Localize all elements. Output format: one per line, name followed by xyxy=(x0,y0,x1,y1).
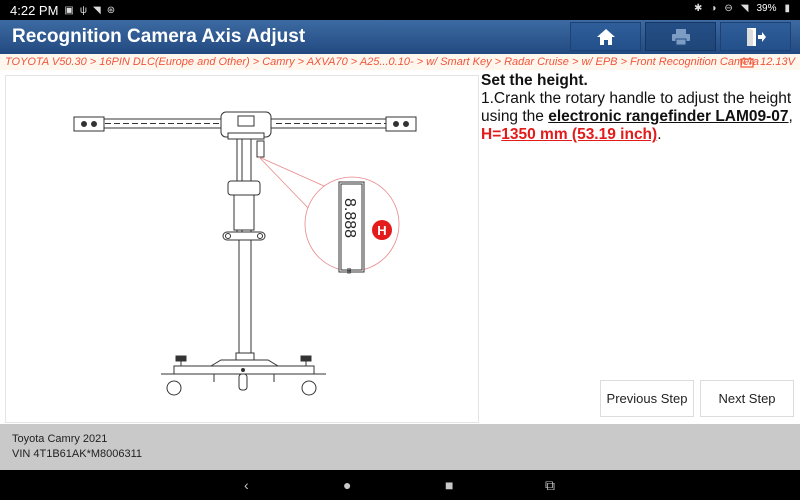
next-step-button[interactable]: Next Step xyxy=(700,380,794,417)
breadcrumb: TOYOTA V50.30 > 16PIN DLC(Europe and Oth… xyxy=(0,54,800,70)
printer-icon xyxy=(671,28,690,45)
column-lower xyxy=(238,238,252,355)
display-unit: m xyxy=(345,268,352,274)
illustration-panel: 8.888 m H xyxy=(5,75,479,423)
status-bar: 4:22 PM ▣ ψ ◥ ⊛ ✱ ◑ ⊖ ◥ 39% ▮ xyxy=(0,0,800,20)
wifi-signal-icon: ◥ xyxy=(740,3,749,14)
android-nav-bar: ‹ ● ■ ⧉ xyxy=(0,470,800,500)
calibration-stand-illustration: 8.888 m H xyxy=(73,111,417,396)
vehicle-vin: VIN 4T1B61AK*M8006311 xyxy=(12,448,143,460)
do-not-disturb-icon: ⊖ xyxy=(724,3,733,14)
exit-icon xyxy=(746,27,766,46)
print-button[interactable] xyxy=(645,22,716,51)
exit-button[interactable] xyxy=(720,22,791,51)
usb-icon: ψ xyxy=(79,5,88,16)
battery-icon: ▮ xyxy=(784,3,790,14)
recents-icon[interactable]: ■ xyxy=(445,477,453,493)
instruction-text: 1.Crank the rotary handle to adjust the … xyxy=(481,90,793,143)
accessibility-icon: ⊛ xyxy=(106,5,116,16)
height-prefix: H= xyxy=(481,126,502,143)
height-value: 1350 mm (53.19 inch) xyxy=(501,126,658,143)
title-bar: Recognition Camera Axis Adjust xyxy=(0,20,800,54)
vehicle-info-footer: Toyota Camry 2021 VIN 4T1B61AK*M8006311 xyxy=(0,424,800,470)
vibrate-icon: ◑ xyxy=(710,3,717,14)
battery-voltage-icon xyxy=(740,57,754,68)
clock: 4:22 PM xyxy=(10,3,59,18)
page-title: Recognition Camera Axis Adjust xyxy=(12,26,306,47)
back-icon[interactable]: ‹ xyxy=(244,477,249,493)
home-circle-icon[interactable]: ● xyxy=(343,477,351,493)
battery-percent: 39% xyxy=(756,3,777,14)
rangefinder-link[interactable]: electronic rangefinder LAM09-07 xyxy=(548,108,788,125)
bluetooth-icon: ✱ xyxy=(693,3,703,14)
height-marker-label: H xyxy=(377,223,386,238)
instruction-heading: Set the height. xyxy=(481,72,588,89)
breadcrumb-path: TOYOTA V50.30 > 16PIN DLC(Europe and Oth… xyxy=(5,56,760,68)
image-icon: ▣ xyxy=(64,5,74,16)
wifi-icon: ◥ xyxy=(93,5,101,16)
vehicle-model: Toyota Camry 2021 xyxy=(12,433,108,445)
display-digits: 8.888 xyxy=(341,198,358,238)
screenshot-icon[interactable]: ⧉ xyxy=(545,477,555,494)
voltage-value: 12.13V xyxy=(760,56,795,68)
instructions-panel: Set the height. 1.Crank the rotary handl… xyxy=(481,72,797,144)
home-button[interactable] xyxy=(570,22,641,51)
home-icon xyxy=(596,28,615,45)
previous-step-button[interactable]: Previous Step xyxy=(600,380,694,417)
